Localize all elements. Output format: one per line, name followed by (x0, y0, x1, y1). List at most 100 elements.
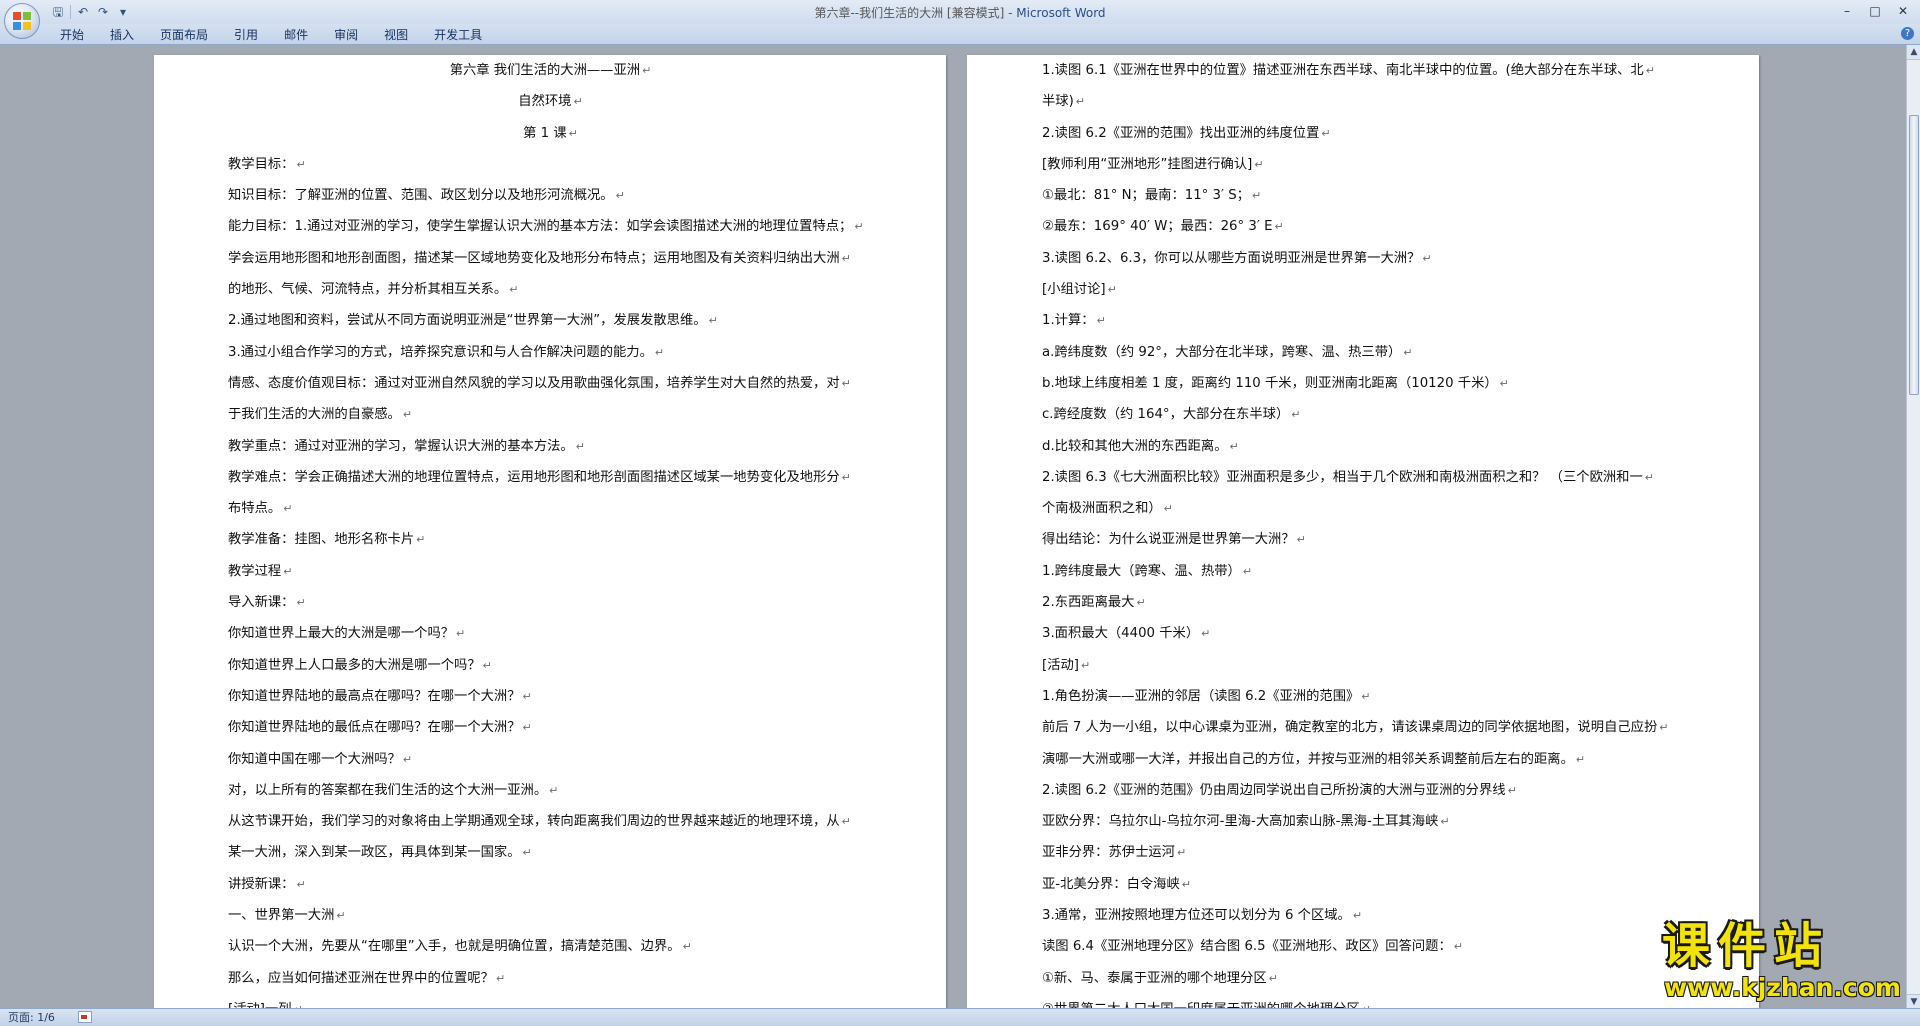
close-icon[interactable]: ✕ (1890, 1, 1916, 21)
paragraph-mark-icon: ↵ (1291, 408, 1301, 422)
paragraph-line: 亚-北美分界：白令海峡 ↵ (1042, 869, 1687, 900)
window-title: 第六章--我们生活的大洲 [兼容模式] - Microsoft Word (0, 4, 1920, 21)
tab-view[interactable]: 视图 (371, 27, 421, 43)
paragraph-text: 情感、态度价值观目标：通过对亚洲自然风貌的学习以及用歌曲强化氛围，培养学生对大自… (228, 375, 840, 391)
paragraph-text: 从这节课开始，我们学习的对象将由上学期通观全球，转向距离我们周边的世界越来越近的… (228, 814, 840, 830)
help-icon[interactable]: ? (1901, 27, 1914, 40)
paragraph-mark-icon: ↵ (708, 314, 718, 328)
paragraph-mark-icon: ↵ (509, 283, 519, 297)
document-page-1[interactable]: 第六章 我们生活的大洲——亚洲 ↵ 自然环境 ↵ 第 1 课 ↵ 教学目标： ↵ 知识目标：了解… (154, 55, 946, 1008)
paragraph-text: 那么，应当如何描述亚洲在世界中的位置呢？ (228, 970, 494, 986)
paragraph-line: b.地球上纬度相差 1 度，距离约 110 千米，则亚洲南北距离（10120 千… (1042, 368, 1687, 399)
tab-mailings[interactable]: 邮件 (271, 27, 321, 43)
paragraph-text: 导入新课： (228, 595, 295, 611)
paragraph-line: 教学目标： ↵ (228, 149, 873, 180)
tab-review[interactable]: 审阅 (321, 27, 371, 43)
paragraph-line: 你知道世界上最大的大洲是哪一个吗？ ↵ (228, 618, 873, 649)
paragraph-line: 教学过程 ↵ (228, 556, 873, 587)
paragraph-mark-icon: ↵ (1321, 126, 1331, 140)
paragraph-line: ①最北：81° N；最南：11° 3′ S； ↵ (1042, 180, 1687, 211)
paragraph-line: 你知道世界陆地的最低点在哪吗？在哪一个大洲？ ↵ (228, 712, 873, 743)
paragraph-line: ①新、马、泰属于亚洲的哪个地理分区 ↵ (1042, 963, 1687, 994)
paragraph-mark-icon: ↵ (296, 877, 306, 891)
paragraph-mark-icon: ↵ (1507, 783, 1517, 797)
paragraph-text: [教师利用“亚洲地形”挂图进行确认] (1042, 156, 1253, 172)
watermark-logo: 课件站 www.kjzhan.com (1662, 918, 1912, 1008)
paragraph-mark-icon: ↵ (682, 940, 692, 954)
paragraph-line: 导入新课： ↵ (228, 587, 873, 618)
paragraph-mark-icon: ↵ (296, 596, 306, 610)
paragraph-mark-icon: ↵ (1176, 846, 1187, 860)
tab-page-layout[interactable]: 页面布局 (147, 27, 221, 43)
page-count[interactable]: 页面: 1/6 (8, 1010, 55, 1025)
paragraph-mark-icon: ↵ (1422, 251, 1432, 265)
paragraph-mark-icon: ↵ (1181, 877, 1191, 891)
paragraph-line: 某一大洲，深入到某一政区，再具体到某一国家。 ↵ (228, 837, 873, 868)
paragraph-mark-icon: ↵ (1080, 658, 1091, 672)
paragraph-line: 读图 6.4《亚洲地理分区》结合图 6.5《亚洲地形、政区》回答问题： ↵ (1042, 931, 1687, 962)
paragraph-line: 1.计算： ↵ (1042, 305, 1687, 336)
office-button[interactable] (4, 3, 40, 39)
paragraph-text: 第 1 课 (523, 125, 567, 141)
paragraph-mark-icon: ↵ (573, 95, 583, 109)
scroll-thumb[interactable] (1909, 115, 1919, 395)
paragraph-mark-icon: ↵ (1242, 564, 1253, 578)
paragraph-text: 亚-北美分界：白令海峡 (1042, 876, 1180, 892)
tab-developer[interactable]: 开发工具 (421, 27, 495, 43)
paragraph-text: ①新、马、泰属于亚洲的哪个地理分区 (1042, 970, 1267, 986)
tab-home[interactable]: 开始 (50, 27, 97, 43)
scroll-up-icon[interactable]: ▲ (1907, 45, 1920, 60)
paragraph-line: 2.读图 6.3《七大洲面积比较》亚洲面积是多少，相当于几个欧洲和南极洲面积之和… (1042, 462, 1687, 493)
watermark-title: 课件站 (1662, 918, 1831, 974)
paragraph-text: 2.读图 6.3《七大洲面积比较》亚洲面积是多少，相当于几个欧洲和南极洲面积之和… (1042, 469, 1643, 485)
paragraph-line: a.跨纬度数（约 92°，大部分在北半球，跨寒、温、热三带） ↵ (1042, 337, 1687, 368)
paragraph-mark-icon: ↵ (283, 564, 293, 578)
paragraph-mark-icon: ↵ (416, 533, 426, 547)
paragraph-mark-icon: ↵ (1352, 909, 1363, 923)
paragraph-text: 亚欧分界：乌拉尔山-乌拉尔河-里海-大高加索山脉-黑海-土耳其海峡 (1042, 814, 1439, 830)
paragraph-text: 第六章 我们生活的大洲——亚洲 (449, 63, 641, 78)
paragraph-mark-icon: ↵ (495, 971, 506, 985)
paragraph-text: 对，以上所有的答案都在我们生活的这个大洲一亚洲。 (228, 782, 548, 798)
paragraph-text: 2.东西距离最大 (1042, 595, 1135, 611)
paragraph-line: 讲授新课： ↵ (228, 869, 873, 900)
paragraph-line: 3.通常，亚洲按照地理方位还可以划分为 6 个区域。 ↵ (1042, 900, 1687, 931)
document-page-2[interactable]: 1.读图 6.1《亚洲在世界中的位置》描述亚洲在东西半球、南北半球中的位置。(绝… (967, 55, 1759, 1008)
title-bar: 🖫 ↶ ↷ ▾ 第六章--我们生活的大洲 [兼容模式] - Microsoft … (0, 0, 1920, 39)
ribbon-tabs: 开始 插入 页面布局 引用 邮件 审阅 视图 开发工具 (50, 27, 495, 43)
app-name: Microsoft Word (1016, 6, 1106, 20)
paragraph-line: 知识目标：了解亚洲的位置、范围、政区划分以及地形河流概况。 ↵ (228, 180, 873, 211)
paragraph-line: 个南极洲面积之和） ↵ (1042, 493, 1687, 524)
paragraph-text: 1.角色扮演——亚洲的邻居（读图 6.2《亚洲的范围》 (1042, 688, 1360, 704)
paragraph-line: 情感、态度价值观目标：通过对亚洲自然风貌的学习以及用歌曲强化氛围，培养学生对大自… (228, 368, 873, 399)
status-bar: 页面: 1/6 (0, 1008, 1920, 1026)
paragraph-mark-icon: ↵ (841, 815, 851, 829)
paragraph-line: 教学准备：挂图、地形名称卡片 ↵ (228, 524, 873, 555)
paragraph-text: 教学难点：学会正确描述大洲的地理位置特点，运用地形图和地形剖面图描述区域某一地势… (228, 469, 840, 485)
maximize-icon[interactable]: □ (1862, 1, 1888, 21)
paragraph-mark-icon: ↵ (296, 157, 306, 171)
paragraph-mark-icon: ↵ (568, 126, 578, 140)
tab-references[interactable]: 引用 (221, 27, 271, 43)
minimize-icon[interactable]: – (1834, 1, 1860, 21)
paragraph-line: 亚欧分界：乌拉尔山-乌拉尔河-里海-大高加索山脉-黑海-土耳其海峡 ↵ (1042, 806, 1687, 837)
paragraph-mark-icon: ↵ (654, 345, 665, 359)
tab-insert[interactable]: 插入 (97, 27, 147, 43)
paragraph-mark-icon: ↵ (522, 689, 532, 703)
paragraph-line: 3.通过小组合作学习的方式，培养探究意识和与人合作解决问题的能力。 ↵ (228, 337, 873, 368)
paragraph-line: 自然环境 ↵ (228, 86, 873, 117)
paragraph-text: a.跨纬度数（约 92°，大部分在北半球，跨寒、温、热三带） (1042, 344, 1402, 360)
paragraph-mark-icon: ↵ (1163, 502, 1173, 516)
paragraph-line: 前后 7 人为一小组，以中心课桌为亚洲，确定教室的北方，请该课桌周边的同学依据地… (1042, 712, 1687, 743)
paragraph-mark-icon: ↵ (336, 909, 346, 923)
vertical-scrollbar[interactable]: ▲ ▼ (1906, 45, 1920, 1009)
paragraph-line: 从这节课开始，我们学习的对象将由上学期通观全球，转向距离我们周边的世界越来越近的… (228, 806, 873, 837)
paragraph-line: ②最东：169° 40′ W；最西：26° 3′ E ↵ (1042, 211, 1687, 242)
status-doc-icon[interactable] (78, 1011, 92, 1023)
paragraph-line: 那么，应当如何描述亚洲在世界中的位置呢？ ↵ (228, 963, 873, 994)
paragraph-line: 第 1 课 ↵ (228, 118, 873, 149)
document-area[interactable]: 第六章 我们生活的大洲——亚洲 ↵ 自然环境 ↵ 第 1 课 ↵ 教学目标： ↵ 知识目标：了解… (0, 45, 1906, 1008)
paragraph-line: 认识一个大洲，先要从“在哪里”入手，也就是明确位置，搞清楚范围、边界。 ↵ (228, 931, 873, 962)
paragraph-line: 你知道世界陆地的最高点在哪吗？在哪一个大洲？ ↵ (228, 681, 873, 712)
paragraph-line: 3.面积最大（4400 千米） ↵ (1042, 618, 1687, 649)
